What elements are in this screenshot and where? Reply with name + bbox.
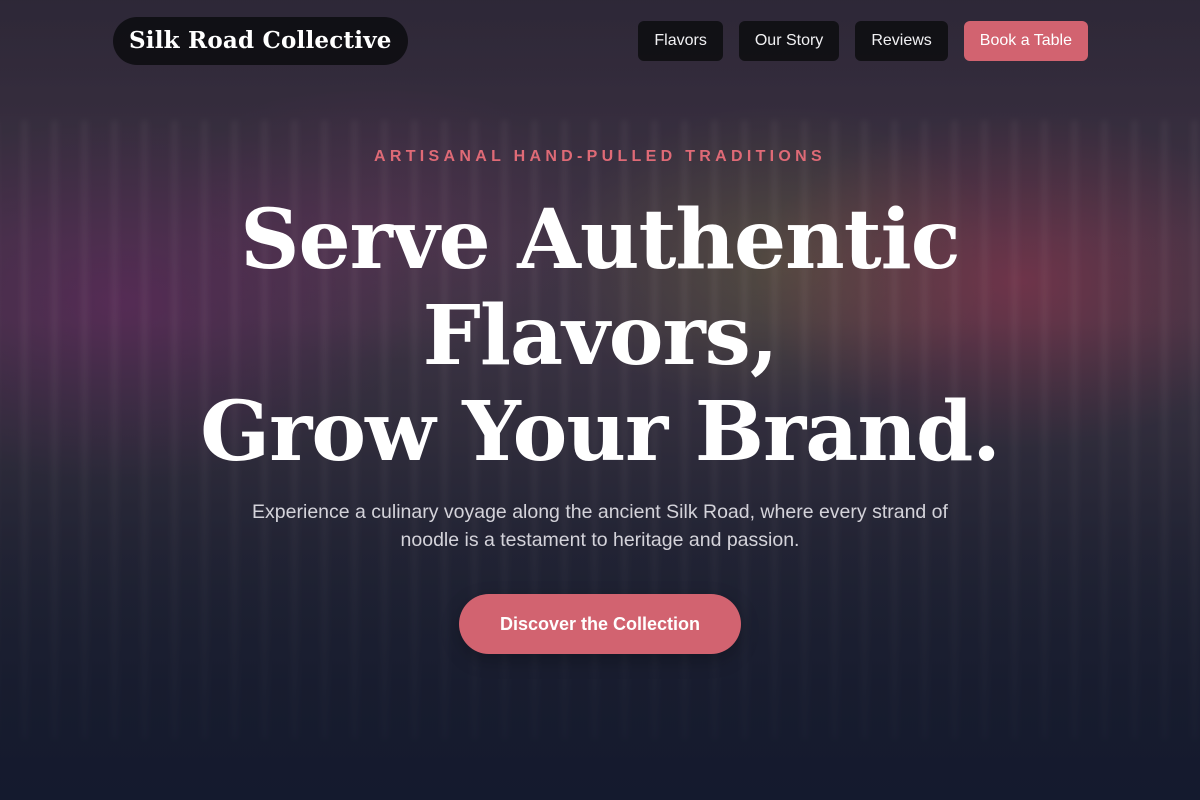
hero-headline: Serve Authentic Flavors, Grow Your Brand…	[0, 192, 1200, 480]
hero-subtitle: Experience a culinary voyage along the a…	[252, 501, 948, 551]
headline-line-1: Serve Authentic	[240, 192, 960, 288]
headline-line-3: Grow Your Brand.	[200, 384, 1001, 480]
hero-eyebrow: ARTISANAL HAND-PULLED TRADITIONS	[374, 148, 826, 165]
headline-line-2: Flavors,	[422, 288, 779, 384]
hero-section: ARTISANAL HAND-PULLED TRADITIONS Serve A…	[0, 0, 1200, 800]
discover-collection-button[interactable]: Discover the Collection	[459, 594, 741, 654]
